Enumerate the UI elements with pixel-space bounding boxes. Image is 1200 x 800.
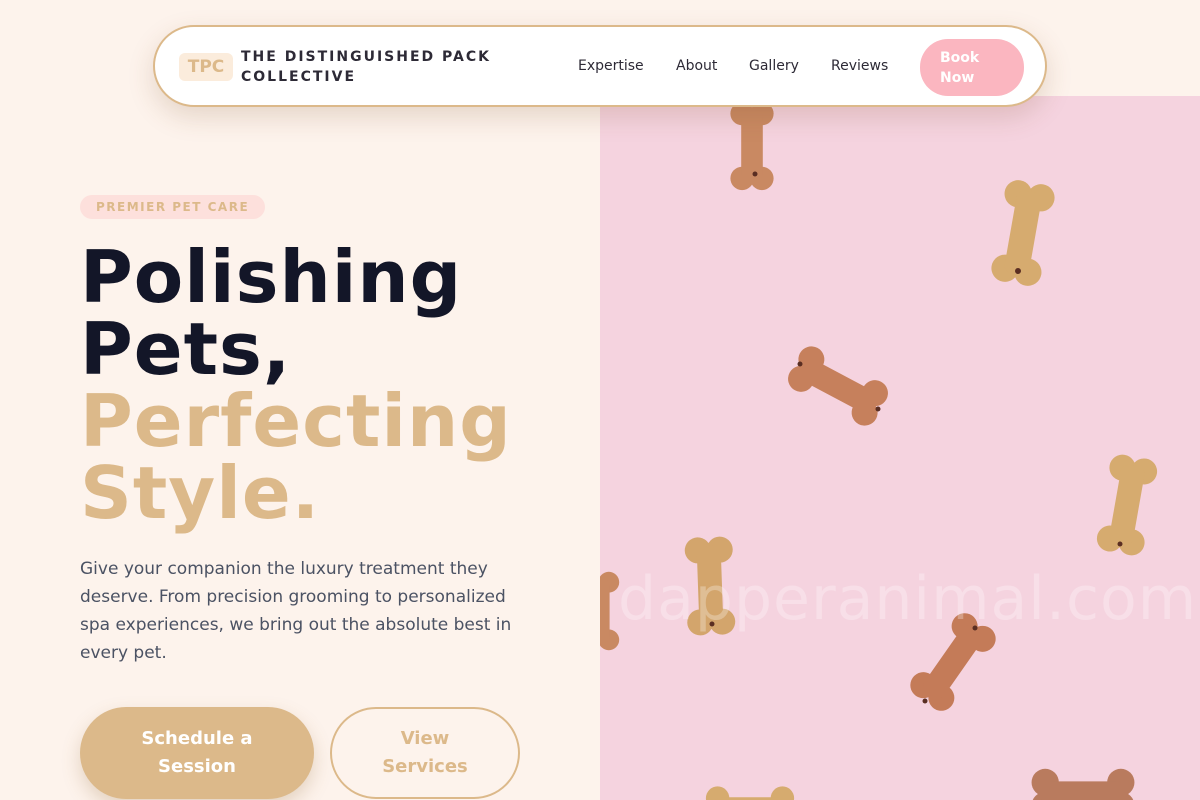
headline-line-4: Style. — [80, 451, 321, 535]
watermark-text: dapperanimal.com — [618, 564, 1198, 634]
headline-line-1: Polishing — [80, 235, 463, 319]
view-services-button[interactable]: View Services — [330, 707, 520, 799]
hero-image: dapperanimal.com — [600, 96, 1200, 800]
nav-link-expertise[interactable]: Expertise — [578, 58, 644, 74]
nav-link-reviews[interactable]: Reviews — [831, 58, 888, 74]
hero-headline: Polishing Pets, Perfecting Style. — [80, 241, 512, 529]
headline-line-2: Pets, — [80, 307, 292, 391]
hero-tag-badge: PREMIER PET CARE — [80, 195, 266, 219]
book-now-button[interactable]: Book Now — [920, 39, 1024, 96]
nav-link-about[interactable]: About — [676, 58, 717, 74]
top-nav: TPC THE DISTINGUISHED PACK COLLECTIVE Ex… — [153, 25, 1047, 107]
schedule-session-button[interactable]: Schedule a Session — [80, 707, 314, 799]
headline-line-3: Perfecting — [80, 379, 512, 463]
nav-link-gallery[interactable]: Gallery — [749, 58, 799, 74]
hero-description: Give your companion the luxury treatment… — [80, 559, 512, 663]
logo-badge[interactable]: TPC — [179, 53, 233, 81]
brand-name[interactable]: THE DISTINGUISHED PACK COLLECTIVE — [241, 47, 521, 87]
dog-bone-biscuits-icon — [600, 101, 1160, 800]
